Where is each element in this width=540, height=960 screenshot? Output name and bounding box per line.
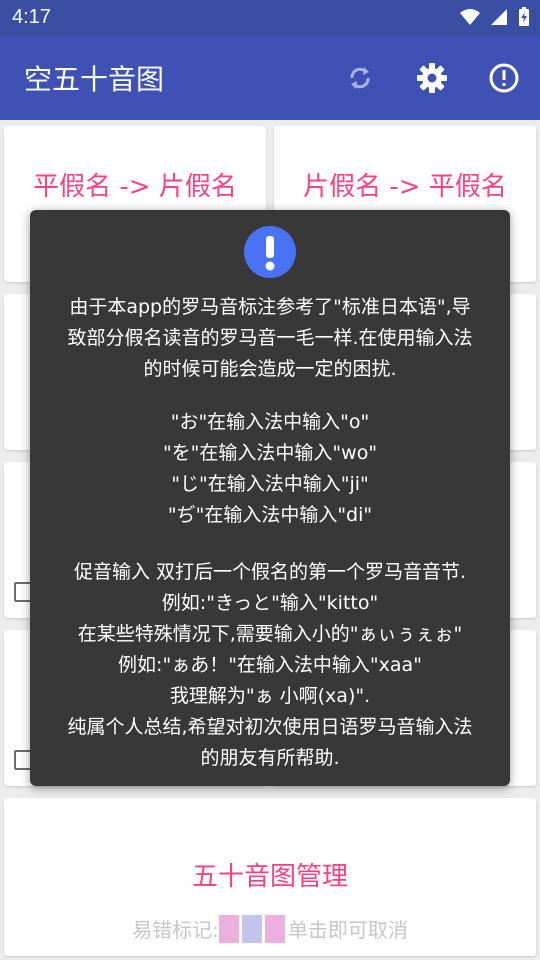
hira-to-kata-label: 平假名 -> 片假名 (33, 172, 237, 202)
dialog-line: 促音输入 双打后一个假名的第一个罗马音音节. (73, 561, 467, 583)
dialog-paragraph-1: 由于本app的罗马音标注参考了"标准日本语",导 致部分假名读音的罗马音一毛一样… (46, 292, 494, 385)
management-card[interactable]: 五十音图管理 易错标记: 单击即可取消 (4, 798, 536, 956)
refresh-button[interactable] (340, 58, 380, 98)
status-time: 4:17 (12, 6, 51, 28)
dialog-line: "ぢ"在输入法中输入"di" (167, 504, 373, 526)
management-title: 五十音图管理 (191, 862, 348, 892)
swatch-hira[interactable] (218, 914, 239, 943)
dialog-paragraph-2: "お"在输入法中输入"o" "を"在输入法中输入"wo" "じ"在输入法中输入"… (46, 407, 494, 531)
status-icons (460, 7, 530, 27)
dialog-line: 例如:"ぁあ！"在输入法中输入"xaa" (118, 654, 422, 676)
dialog-line: 纯属个人总结,希望对初次使用日语罗马音输入法 (67, 716, 473, 738)
alert-icon (244, 226, 296, 278)
legend-prefix: 易错标记: (132, 918, 219, 942)
swatch-kata[interactable] (241, 914, 262, 943)
dialog-line: "お"在输入法中输入"o" (170, 411, 370, 433)
info-button[interactable] (484, 58, 524, 98)
dialog-line: 的朋友有所帮助. (200, 747, 340, 769)
alert-circle-icon (489, 63, 519, 93)
signal-icon (491, 9, 507, 25)
dialog-line: "を"在输入法中输入"wo" (162, 442, 378, 464)
dialog-line: 的时候可能会造成一定的困扰. (143, 358, 397, 380)
legend: 易错标记: 单击即可取消 (4, 914, 536, 943)
dialog-line: 我理解为"ぁ 小啊(xa)". (169, 685, 371, 707)
wifi-icon (460, 9, 480, 25)
battery-icon (519, 7, 529, 26)
dialog-line: 例如:"きっと"输入"kitto" (161, 592, 379, 614)
app-title: 空五十音图 (24, 63, 165, 96)
settings-button[interactable] (412, 58, 452, 98)
refresh-icon (350, 67, 370, 89)
app-bar: 空五十音图 (0, 36, 540, 120)
status-bar: 4:17 (0, 0, 540, 36)
dialog-line: 由于本app的罗马音标注参考了"标准日本语",导 (69, 296, 471, 318)
kata-to-hira-label: 片假名 -> 平假名 (303, 172, 507, 202)
dialog-paragraph-3: 促音输入 双打后一个假名的第一个罗马音音节. 例如:"きっと"输入"kitto"… (46, 557, 494, 774)
legend-suffix: 单击即可取消 (287, 918, 408, 942)
dialog-line: 致部分假名读音的罗马音一毛一样.在使用输入法 (67, 327, 473, 349)
info-dialog: 由于本app的罗马音标注参考了"标准日本语",导 致部分假名读音的罗马音一毛一样… (30, 210, 510, 786)
dialog-line: "じ"在输入法中输入"ji" (171, 473, 369, 495)
dialog-line: 在某些特殊情况下,需要输入小的"ぁぃぅぇぉ" (77, 623, 463, 645)
swatch-romaji[interactable] (264, 914, 285, 943)
gear-icon (417, 63, 447, 93)
